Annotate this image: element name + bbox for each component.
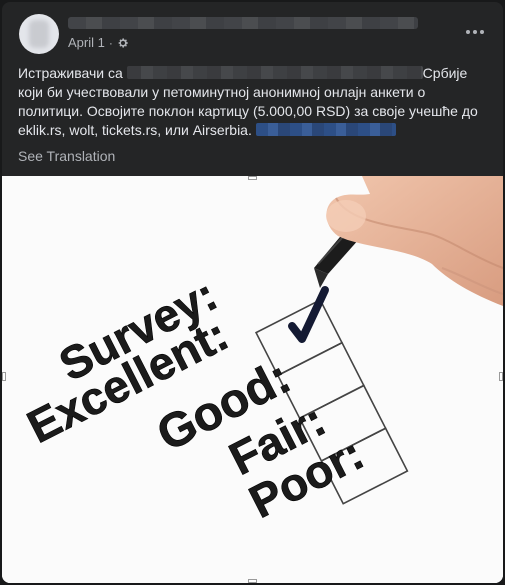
blurred-avatar-image (29, 20, 49, 48)
image-edge-mark (2, 372, 6, 381)
post-date[interactable]: April 1 (68, 35, 105, 50)
redacted-text (126, 66, 423, 79)
meta-separator: · (108, 35, 113, 50)
post-photo[interactable]: Survey: Excellent: Good: Fair: Poor: (2, 176, 503, 583)
more-options-button[interactable] (463, 22, 487, 42)
survey-checklist-image: Survey: Excellent: Good: Fair: Poor: (2, 176, 503, 583)
post-body-text: Истраживачи са Србије који би учествовал… (18, 64, 493, 140)
post-text-part-1: Истраживачи са (18, 65, 123, 81)
image-edge-mark (499, 372, 503, 381)
author-name-redacted[interactable] (68, 17, 418, 29)
gear-icon[interactable] (117, 37, 129, 49)
more-dot (480, 30, 484, 34)
more-dot (473, 30, 477, 34)
see-translation-link[interactable]: See Translation (18, 148, 115, 164)
more-options-icon (466, 30, 470, 34)
post-meta: April 1 · (68, 35, 129, 50)
image-edge-mark (248, 176, 257, 180)
redacted-link[interactable] (255, 123, 396, 136)
post-header: April 1 · (2, 2, 503, 60)
post-card: April 1 · Истраживачи са Србије који би … (2, 2, 503, 583)
image-edge-mark (248, 579, 257, 583)
author-avatar[interactable] (19, 14, 59, 54)
